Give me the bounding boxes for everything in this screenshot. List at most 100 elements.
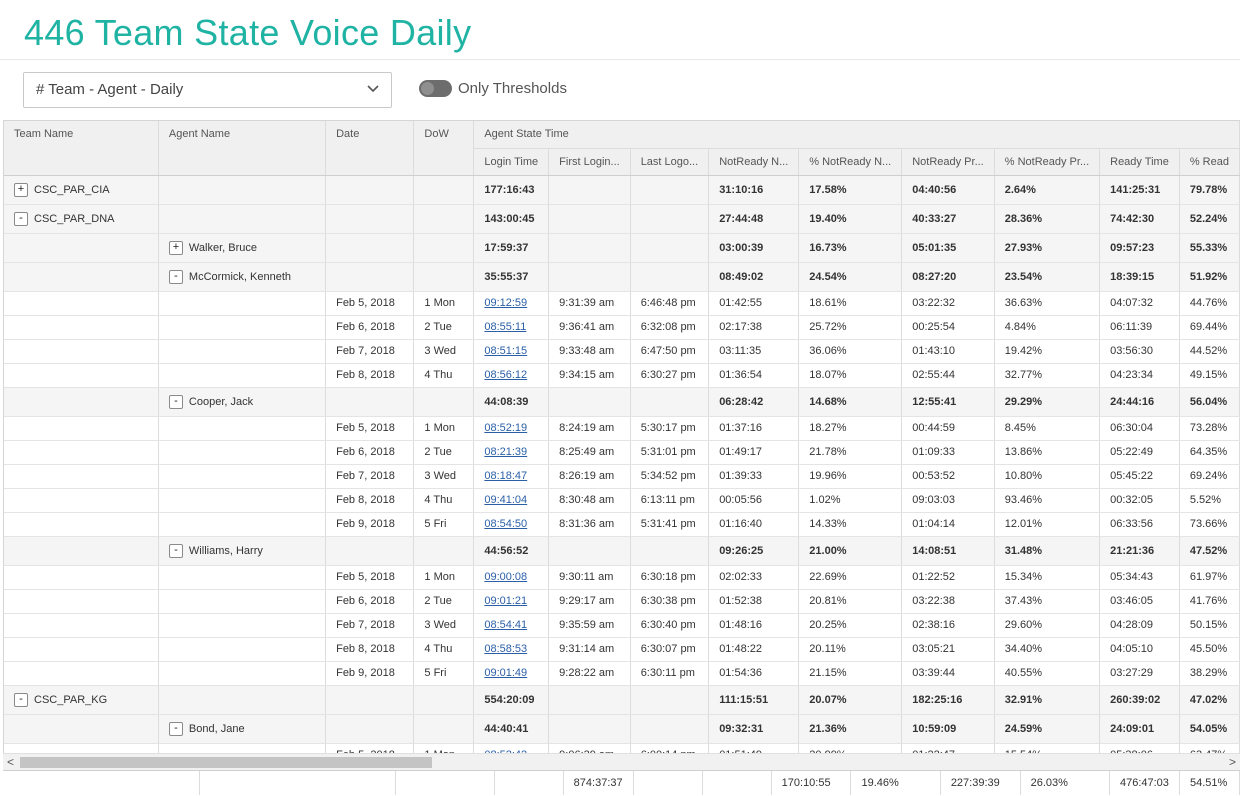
col-header-metric[interactable]: Last Logo... (630, 147, 710, 176)
agent-name: McCormick, Kenneth (188, 270, 292, 283)
login-time-link[interactable]: 08:55:11 (484, 321, 526, 333)
dow-cell: 5 Fri (413, 512, 475, 537)
expand-toggle-button[interactable]: - (14, 692, 28, 707)
expand-toggle-button[interactable]: + (14, 182, 28, 197)
dow-cell: 4 Thu (413, 488, 475, 513)
login-time-link[interactable]: 09:01:21 (484, 595, 527, 607)
col-header-metric[interactable]: NotReady Pr... (901, 147, 995, 176)
login-time-link[interactable]: 08:52:19 (484, 422, 527, 434)
table-cell (158, 637, 327, 662)
metric-cell: 69.44% (1179, 315, 1240, 340)
metric-cell: 09:57:23 (1099, 233, 1180, 263)
metric-cell: 09:26:25 (708, 536, 800, 566)
login-time-cell: 09:01:49 (473, 661, 550, 686)
login-time-link[interactable]: 08:54:41 (484, 619, 527, 631)
dow-cell: 5 Fri (413, 661, 475, 686)
metric-cell: 28.36% (994, 204, 1101, 234)
metric-cell (630, 262, 710, 292)
col-header-metric[interactable]: % NotReady Pr... (994, 147, 1101, 176)
metric-cell: 9:35:59 am (548, 613, 631, 638)
agent-name-cell: - Williams, Harry (158, 536, 327, 566)
table-cell (158, 204, 327, 234)
login-time-link[interactable]: 09:41:04 (484, 494, 527, 506)
metric-cell: 20.11% (798, 637, 903, 662)
metric-cell: 36.06% (798, 339, 903, 364)
col-header-metric[interactable]: Login Time (473, 147, 550, 176)
metric-cell: 21.15% (798, 661, 903, 686)
metric-cell: 9:33:48 am (548, 339, 631, 364)
expand-toggle-button[interactable]: - (14, 211, 28, 226)
table-cell (4, 440, 159, 465)
table-row: Feb 9, 2018 5 Fri 09:01:49 9:28:22 am 6:30:1… (4, 661, 1240, 686)
metric-cell: 18:39:15 (1099, 262, 1180, 292)
totals-cell: 476:47:03 (1109, 771, 1180, 795)
metric-cell: 06:11:39 (1099, 315, 1180, 340)
col-header-metric[interactable]: First Login... (548, 147, 631, 176)
metric-cell: 01:16:40 (708, 512, 800, 537)
metric-cell: 55.33% (1179, 233, 1240, 263)
login-time-link[interactable]: 08:58:53 (484, 643, 527, 655)
metric-cell: 141:25:31 (1099, 175, 1180, 205)
metric-cell: 9:29:17 am (548, 589, 631, 614)
metric-cell: 1.02% (798, 488, 903, 513)
login-time-link[interactable]: 08:56:12 (484, 369, 527, 381)
metric-cell: 03:39:44 (901, 661, 995, 686)
login-time-link[interactable]: 08:54:50 (484, 518, 527, 530)
metric-cell: 29.60% (994, 613, 1101, 638)
col-header-dow[interactable]: DoW (413, 121, 475, 176)
metric-cell: 21:21:36 (1099, 536, 1180, 566)
metric-cell: 01:39:33 (708, 464, 800, 489)
login-time-link[interactable]: 09:12:59 (484, 297, 527, 309)
login-time-link[interactable]: 09:00:08 (484, 571, 527, 583)
table-cell (4, 387, 159, 417)
col-header-metric[interactable]: % Read (1179, 147, 1240, 176)
date-cell: Feb 9, 2018 (325, 661, 415, 686)
scrollbar-thumb[interactable] (20, 757, 432, 768)
team-name: CSC_PAR_CIA (34, 183, 110, 196)
metric-cell: 08:49:02 (708, 262, 800, 292)
expand-toggle-button[interactable]: - (168, 721, 183, 736)
only-thresholds-toggle[interactable] (419, 80, 452, 97)
dow-cell: 3 Wed (413, 613, 475, 638)
login-time-link[interactable]: 08:21:39 (484, 446, 527, 458)
totals-cell (395, 771, 495, 795)
table-cell (4, 464, 159, 489)
col-header-team-name[interactable]: Team Name (4, 121, 159, 176)
totals-cell (3, 771, 200, 795)
scroll-right-icon[interactable]: > (1229, 756, 1236, 768)
table-row: Feb 5, 2018 1 Mon 09:00:08 9:30:11 am 6:30:1… (4, 565, 1240, 590)
report-view-select[interactable]: # Team - Agent - Daily (23, 72, 392, 108)
expand-toggle-button[interactable]: + (168, 240, 183, 255)
col-header-metric[interactable]: NotReady N... (708, 147, 800, 176)
table-cell (158, 175, 327, 205)
metric-cell: 20.25% (798, 613, 903, 638)
metric-cell: 5:31:41 pm (630, 512, 710, 537)
table-cell (4, 661, 159, 686)
expand-toggle-button[interactable]: - (168, 394, 183, 409)
login-time-link[interactable]: 08:51:15 (484, 345, 527, 357)
metric-cell: 14.68% (798, 387, 903, 417)
metric-cell: 01:36:54 (708, 363, 800, 388)
metric-cell: 02:55:44 (901, 363, 995, 388)
login-time-link[interactable]: 09:01:49 (484, 667, 527, 679)
col-header-metric[interactable]: % NotReady N... (798, 147, 903, 176)
col-header-agent-name[interactable]: Agent Name (158, 121, 327, 176)
metric-cell: 8:26:19 am (548, 464, 631, 489)
table-cell (325, 387, 415, 417)
col-header-date[interactable]: Date (325, 121, 415, 176)
expand-toggle-button[interactable]: - (168, 269, 183, 284)
col-header-metric[interactable]: Ready Time (1099, 147, 1180, 176)
metric-cell: 37.43% (994, 589, 1101, 614)
date-cell: Feb 6, 2018 (325, 589, 415, 614)
expand-toggle-button[interactable]: - (168, 543, 183, 558)
table-cell (158, 589, 327, 614)
horizontal-scrollbar[interactable]: < > (3, 753, 1240, 770)
metric-cell: 9:31:14 am (548, 637, 631, 662)
scroll-left-icon[interactable]: < (7, 756, 14, 768)
table-cell (4, 565, 159, 590)
login-time-link[interactable]: 08:18:47 (484, 470, 527, 482)
metric-cell (630, 714, 710, 744)
table-cell (158, 339, 327, 364)
metric-cell: 6:30:27 pm (630, 363, 710, 388)
table-cell (325, 536, 415, 566)
